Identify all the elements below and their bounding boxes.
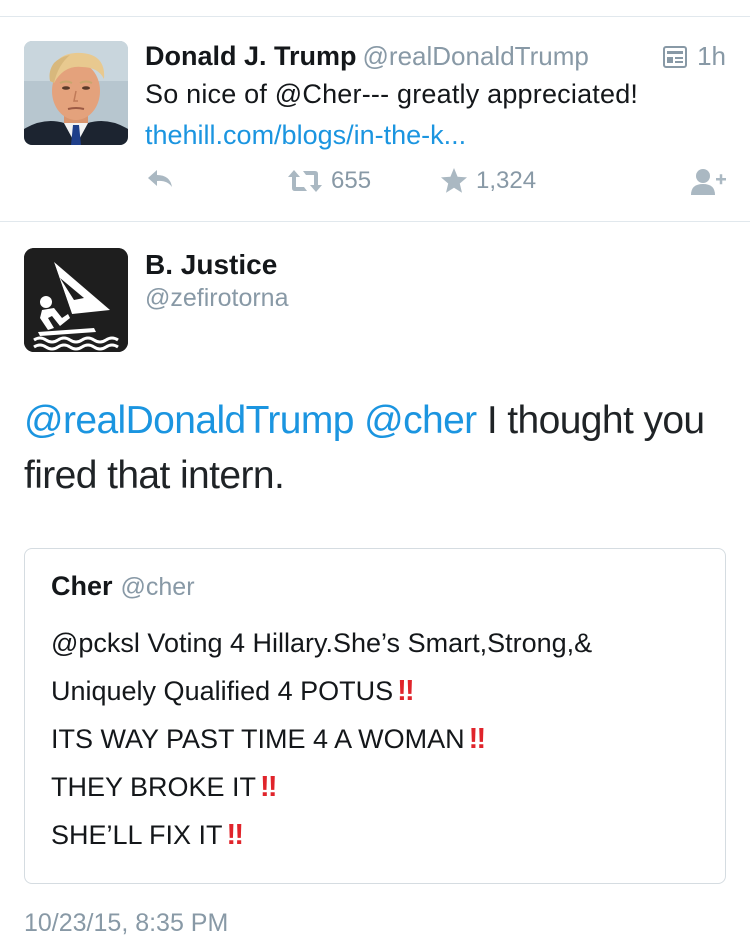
quoted-line-text: SHE’LL FIX IT xyxy=(51,820,223,850)
quoted-line-text: Uniquely Qualified 4 POTUS xyxy=(51,676,394,706)
quoted-text-line: Uniquely Qualified 4 POTUS ‼ xyxy=(51,667,711,715)
quoted-tweet-text: @pcksl Voting 4 Hillary.She’s Smart,Stro… xyxy=(51,619,711,859)
like-count: 1,324 xyxy=(476,167,537,194)
follow-icon xyxy=(691,169,726,195)
quoted-author-handle: @cher xyxy=(120,573,195,601)
quoted-text-line: ITS WAY PAST TIME 4 A WOMAN ‼ xyxy=(51,715,711,763)
quoted-text-line: SHE’LL FIX IT ‼ xyxy=(51,811,711,859)
double-exclamation-emoji: ‼ xyxy=(226,819,244,851)
author-name[interactable]: Donald J. Trump xyxy=(145,41,357,71)
quoted-line-text: THEY BROKE IT xyxy=(51,772,257,802)
tweet-body: @realDonaldTrump @cher I thought you fir… xyxy=(24,393,724,503)
avatar-trump[interactable] xyxy=(24,41,128,145)
retweet-count: 655 xyxy=(331,167,372,194)
author-name[interactable]: B. Justice xyxy=(145,249,277,281)
reply-button[interactable] xyxy=(145,167,175,191)
summary-card-icon xyxy=(663,45,688,68)
quoted-line-text: ITS WAY PAST TIME 4 A WOMAN xyxy=(51,724,465,754)
tweet-actions: 655 1,324 xyxy=(145,167,735,199)
mention-link[interactable]: @realDonaldTrump xyxy=(24,399,354,442)
quoted-text-line: @pcksl Voting 4 Hillary.She’s Smart,Stro… xyxy=(51,619,711,667)
double-exclamation-emoji: ‼ xyxy=(260,771,277,803)
tweet-header: Donald J. Trump @realDonaldTrump 1h xyxy=(145,41,730,73)
quoted-tweet-card[interactable]: Cher @cher @pcksl Voting 4 Hillary.She’s … xyxy=(24,548,726,884)
follow-button[interactable] xyxy=(690,167,726,197)
quoted-text-line: THEY BROKE IT ‼ xyxy=(51,763,711,811)
like-star-icon xyxy=(441,168,467,193)
author-handle[interactable]: @realDonaldTrump xyxy=(363,41,589,71)
quoted-line-text: @pcksl Voting 4 Hillary.She’s Smart,Stro… xyxy=(51,628,593,658)
tweet-trump[interactable]: Donald J. Trump @realDonaldTrump 1h So ni… xyxy=(0,17,750,222)
mention-link[interactable]: @cher xyxy=(364,399,477,442)
tweet-text: So nice of @Cher--- greatly appreciated! xyxy=(145,79,639,109)
avatar-windsurf[interactable] xyxy=(24,248,128,352)
retweet-icon xyxy=(288,170,322,192)
tweet-meta: 1h xyxy=(663,41,726,72)
like-button[interactable]: 1,324 xyxy=(440,167,536,195)
author-handle[interactable]: @zefirotorna xyxy=(145,284,289,313)
retweet-button[interactable]: 655 xyxy=(287,167,371,195)
double-exclamation-emoji: ‼ xyxy=(468,723,486,755)
reply-icon xyxy=(148,170,172,187)
quoted-tweet-header: Cher @cher xyxy=(51,571,195,602)
tweet-timestamp[interactable]: 10/23/15, 8:35 PM xyxy=(24,909,228,938)
tweet-time[interactable]: 1h xyxy=(697,41,726,72)
double-exclamation-emoji: ‼ xyxy=(397,675,414,707)
quoted-author-name: Cher xyxy=(51,571,113,601)
tweet-link[interactable]: thehill.com/blogs/in-the-k... xyxy=(145,120,466,151)
